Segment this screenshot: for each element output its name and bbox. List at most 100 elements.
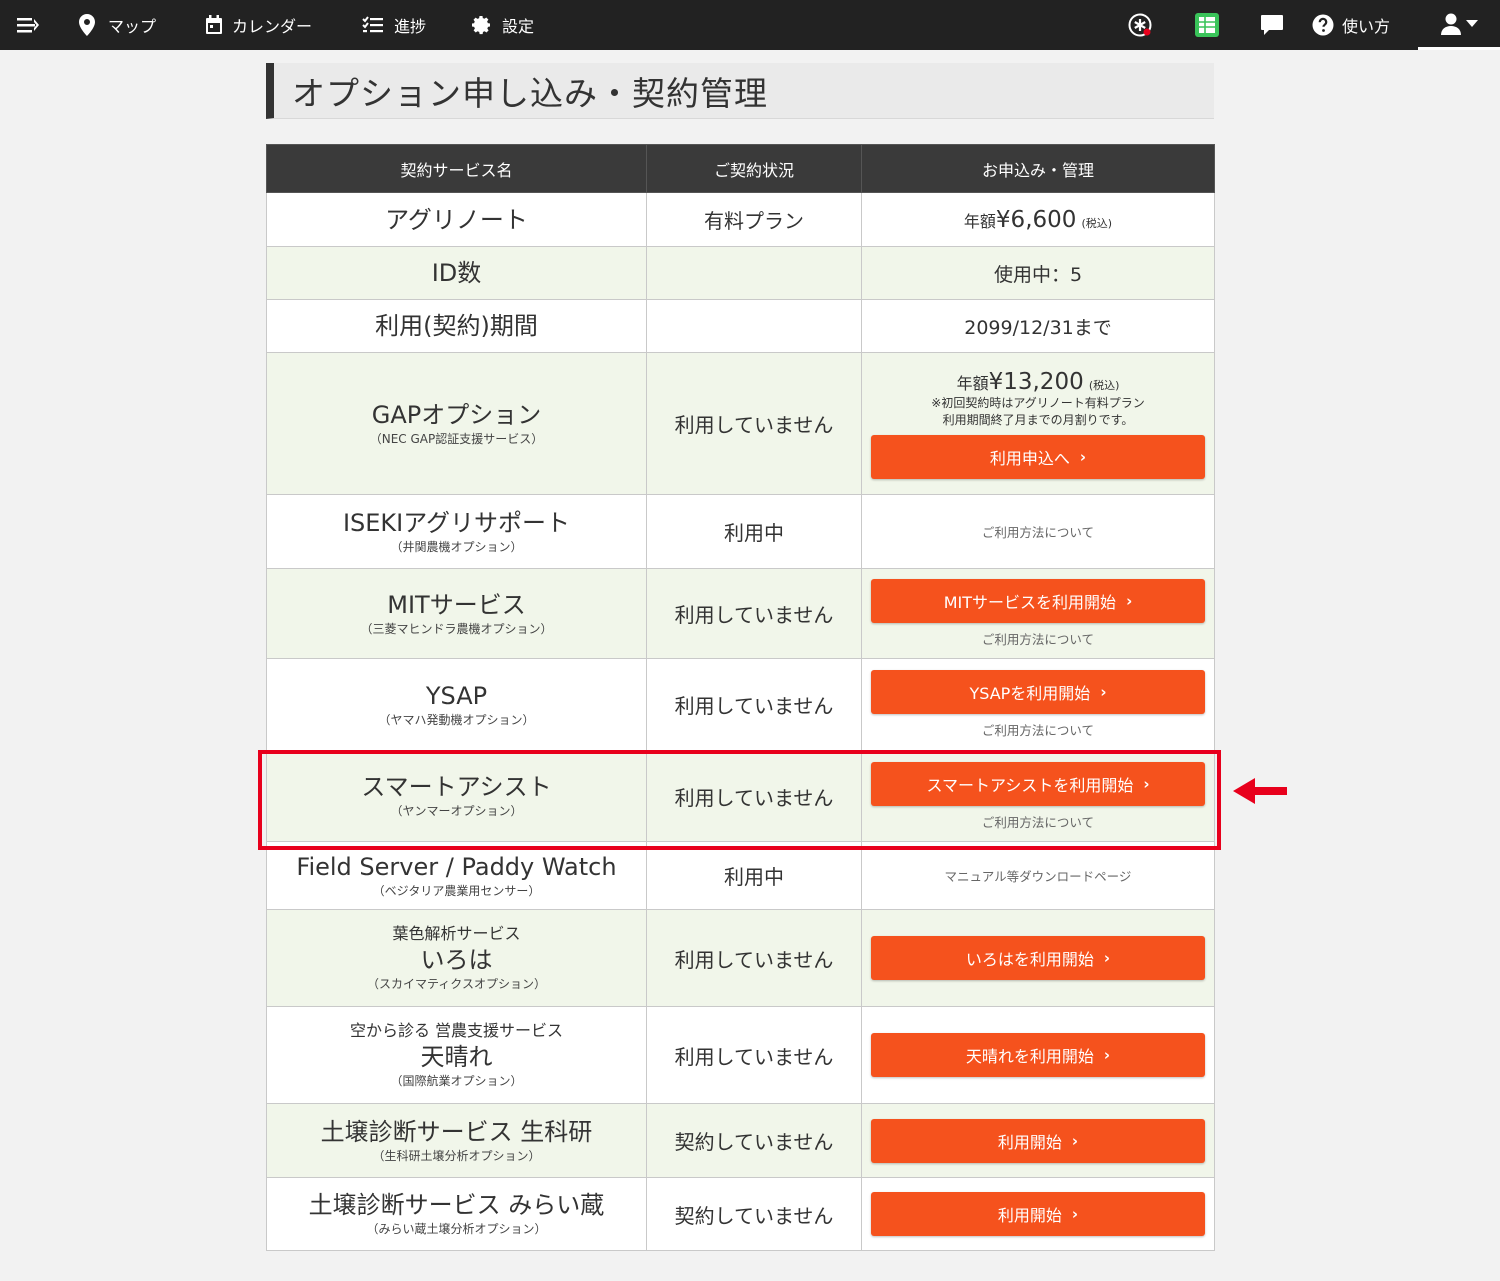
nav-progress[interactable]: 進捗 — [362, 0, 426, 50]
mit-start-button[interactable]: MITサービスを利用開始 › — [871, 579, 1205, 623]
smartassist-start-button[interactable]: スマートアシストを利用開始 › — [871, 761, 1205, 806]
chevron-right-icon: › — [1126, 592, 1133, 610]
usage-link[interactable]: ご利用方法について — [862, 812, 1214, 831]
contract-status: 利用中 — [724, 521, 784, 545]
usage-link[interactable]: ご利用方法について — [862, 629, 1214, 648]
top-nav: マップ カレンダー 進捗 設定 使い方 — [0, 0, 1500, 50]
contract-status: 契約していません — [674, 1130, 834, 1154]
table-row: 土壌診断サービス みらい蔵 （みらい蔵土壌分析オプション） 契約していません 利… — [266, 1177, 1215, 1251]
service-name: 利用(契約)期間 — [375, 312, 538, 340]
calendar-icon — [206, 15, 223, 34]
service-name: いろは — [420, 946, 493, 974]
service-sub: （スカイマティクスオプション） — [367, 977, 546, 991]
chevron-right-icon: › — [1071, 1131, 1079, 1150]
table-header-row: 契約サービス名 ご契約状況 お申込み・管理 — [266, 144, 1215, 193]
service-name: スマートアシスト — [361, 773, 552, 801]
service-sub: （ヤマハ発動機オプション） — [378, 712, 535, 727]
table-row: 葉色解析サービス いろは （スカイマティクスオプション） 利用していません いろ… — [266, 909, 1215, 1007]
nav-settings[interactable]: 設定 — [472, 0, 534, 50]
period-value: 2099/12/31まで — [964, 316, 1112, 339]
nav-calendar-label: カレンダー — [232, 17, 313, 36]
service-sub: （ベジタリア農業用センサー） — [372, 883, 541, 898]
caret-down-icon — [1465, 19, 1478, 27]
button-label: YSAPを利用開始 — [969, 684, 1091, 703]
contract-status — [646, 299, 862, 353]
miraikura-start-button[interactable]: 利用開始 › — [871, 1192, 1205, 1236]
gear-icon — [472, 16, 491, 35]
chevron-right-icon: › — [1071, 1205, 1079, 1223]
contract-table: 契約サービス名 ご契約状況 お申込み・管理 アグリノート 有料プラン 年額¥6,… — [266, 144, 1215, 1251]
service-sub: （国際航業オプション） — [390, 1074, 523, 1088]
service-sub: （NEC GAP認証支援サービス） — [369, 431, 544, 446]
contract-status: 利用していません — [674, 785, 834, 810]
spreadsheet-icon[interactable] — [1194, 0, 1220, 50]
service-name: MITサービス — [387, 590, 526, 619]
gap-apply-button[interactable]: 利用申込へ › — [871, 434, 1205, 479]
button-label: 利用申込へ — [989, 448, 1070, 468]
chevron-right-icon: › — [1103, 1046, 1111, 1064]
nav-help-label: 使い方 — [1341, 17, 1390, 36]
table-row: アグリノート 有料プラン 年額¥6,600 (税込) — [266, 192, 1215, 247]
question-icon — [1312, 14, 1334, 36]
header-contract-status: ご契約状況 — [646, 144, 862, 193]
service-sub: （三菱マヒンドラ農機オプション） — [360, 621, 553, 636]
service-name: GAPオプション — [371, 400, 542, 429]
tax-label: (税込) — [1081, 216, 1113, 230]
service-name: ISEKIアグリサポート — [342, 508, 571, 537]
contract-status — [646, 246, 862, 300]
nav-calendar[interactable]: カレンダー — [204, 0, 312, 50]
appare-start-button[interactable]: 天晴れを利用開始 › — [871, 1033, 1205, 1077]
chat-icon[interactable] — [1260, 0, 1284, 50]
table-row: 利用(契約)期間 2099/12/31まで — [266, 299, 1215, 353]
map-pin-icon — [79, 14, 95, 36]
menu-toggle-icon[interactable] — [0, 0, 56, 50]
service-name: YSAP — [425, 681, 488, 710]
arrow-left-icon — [1233, 778, 1287, 804]
gap-note-1: ※初回契約時はアグリノート有料プラン — [931, 395, 1145, 410]
notification-icon[interactable] — [1128, 0, 1152, 50]
nav-map-label: マップ — [108, 17, 157, 36]
price-value: ¥6,600 — [995, 206, 1077, 233]
button-label: スマートアシストを利用開始 — [926, 775, 1134, 795]
id-count-value: 使用中：5 — [993, 263, 1083, 286]
usage-link[interactable]: ご利用方法について — [862, 522, 1214, 541]
service-sub: （ヤンマーオプション） — [390, 804, 523, 818]
button-label: MITサービスを利用開始 — [943, 593, 1117, 612]
page-title: オプション申し込み・契約管理 — [266, 63, 1214, 119]
ysap-start-button[interactable]: YSAPを利用開始 › — [871, 670, 1205, 714]
table-row: 空から診る 営農支援サービス 天晴れ （国際航業オプション） 利用していません … — [266, 1006, 1215, 1104]
contract-status: 利用していません — [674, 413, 834, 437]
button-label: 天晴れを利用開始 — [965, 1047, 1094, 1066]
header-apply-manage: お申込み・管理 — [861, 144, 1215, 193]
user-menu[interactable] — [1418, 0, 1500, 50]
chevron-right-icon: › — [1079, 447, 1087, 466]
chevron-right-icon: › — [1103, 949, 1111, 967]
iroha-start-button[interactable]: いろはを利用開始 › — [871, 936, 1205, 980]
contract-status: 有料プラン — [704, 209, 804, 233]
seikaken-start-button[interactable]: 利用開始 › — [871, 1118, 1205, 1163]
service-name: アグリノート — [385, 205, 528, 234]
service-name: Field Server / Paddy Watch — [296, 852, 617, 881]
button-label: 利用開始 — [997, 1206, 1062, 1225]
table-row: ID数 使用中：5 — [266, 246, 1215, 300]
service-name: 天晴れ — [420, 1043, 493, 1071]
nav-help[interactable]: 使い方 — [1312, 0, 1390, 50]
service-top: 葉色解析サービス — [392, 924, 521, 943]
usage-link[interactable]: ご利用方法について — [862, 720, 1214, 739]
table-row: 土壌診断サービス 生科研 （生科研土壌分析オプション） 契約していません 利用開… — [266, 1103, 1215, 1178]
service-sub: （みらい蔵土壌分析オプション） — [366, 1222, 547, 1236]
price-label: 年額 — [963, 211, 996, 231]
table-row: スマートアシスト （ヤンマーオプション） 利用していません スマートアシストを利… — [266, 750, 1215, 842]
contract-status: 利用していません — [674, 947, 834, 972]
manual-download-link[interactable]: マニュアル等ダウンロードページ — [862, 866, 1214, 885]
contract-status: 利用していません — [674, 1044, 834, 1069]
chevron-right-icon: › — [1100, 683, 1107, 701]
table-row: ISEKIアグリサポート （井関農機オプション） 利用中 ご利用方法について — [266, 494, 1215, 569]
nav-map[interactable]: マップ — [78, 0, 156, 50]
service-sub: （井関農機オプション） — [390, 539, 523, 554]
chevron-right-icon: › — [1143, 774, 1150, 793]
service-name: 土壌診断サービス みらい蔵 — [308, 1191, 605, 1219]
nav-progress-label: 進捗 — [394, 17, 427, 36]
price-label: 年額 — [956, 373, 989, 393]
contract-status: 利用していません — [674, 603, 834, 627]
